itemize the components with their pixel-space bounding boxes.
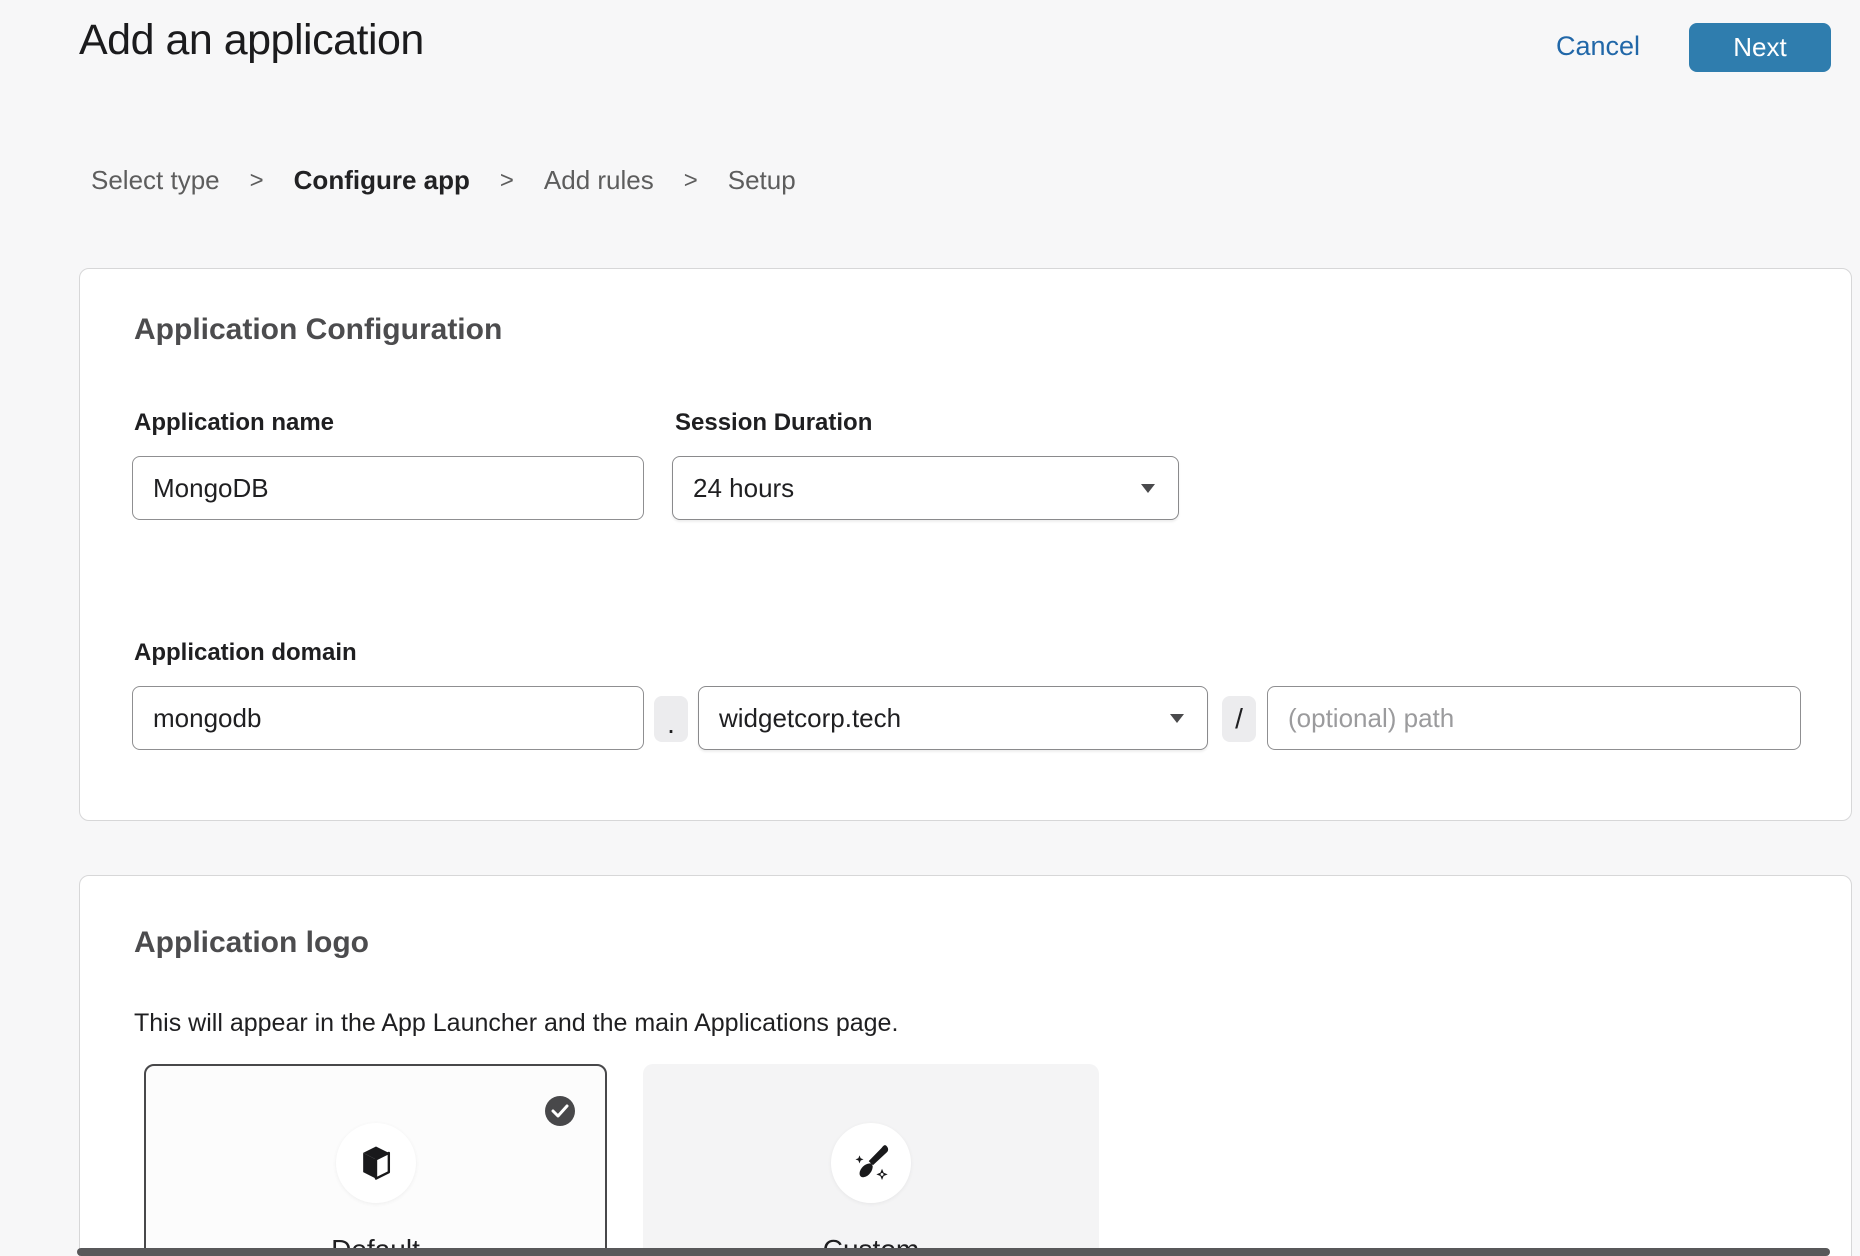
domain-value: widgetcorp.tech [719, 703, 901, 734]
add-application-page: Add an application Cancel Next Select ty… [0, 0, 1860, 1256]
breadcrumb-separator: > [684, 167, 698, 195]
check-icon [545, 1096, 575, 1126]
breadcrumb-step-setup[interactable]: Setup [728, 165, 796, 196]
cube-icon [354, 1141, 398, 1185]
breadcrumb-separator: > [250, 167, 264, 195]
domain-dot-separator: . [654, 696, 688, 742]
session-duration-value: 24 hours [693, 473, 794, 504]
breadcrumb-step-configure-app[interactable]: Configure app [294, 165, 470, 196]
path-slash-separator: / [1222, 696, 1256, 742]
session-duration-label: Session Duration [675, 409, 872, 437]
application-name-input[interactable] [132, 456, 644, 520]
application-logo-description: This will appear in the App Launcher and… [134, 1009, 898, 1038]
next-button[interactable]: Next [1689, 23, 1831, 72]
breadcrumb: Select type > Configure app > Add rules … [91, 165, 796, 196]
domain-select[interactable]: widgetcorp.tech [698, 686, 1208, 750]
breadcrumb-step-select-type[interactable]: Select type [91, 165, 220, 196]
application-logo-card: Application logo This will appear in the… [79, 875, 1852, 1256]
session-duration-select[interactable]: 24 hours [672, 456, 1179, 520]
breadcrumb-separator: > [500, 167, 514, 195]
cancel-button[interactable]: Cancel [1556, 31, 1640, 62]
horizontal-scrollbar[interactable] [77, 1248, 1830, 1256]
application-name-label: Application name [134, 409, 334, 437]
application-domain-label: Application domain [134, 639, 357, 667]
application-configuration-card: Application Configuration Application na… [79, 268, 1852, 821]
logo-option-custom[interactable]: Custom [643, 1064, 1099, 1256]
logo-option-default[interactable]: Default [144, 1064, 607, 1256]
application-configuration-heading: Application Configuration [134, 313, 502, 347]
chevron-down-icon [1169, 713, 1185, 724]
paintbrush-icon [848, 1140, 894, 1186]
path-input[interactable] [1267, 686, 1801, 750]
application-logo-heading: Application logo [134, 926, 369, 960]
page-title: Add an application [79, 16, 424, 65]
subdomain-input[interactable] [132, 686, 644, 750]
breadcrumb-step-add-rules[interactable]: Add rules [544, 165, 654, 196]
chevron-down-icon [1140, 483, 1156, 494]
